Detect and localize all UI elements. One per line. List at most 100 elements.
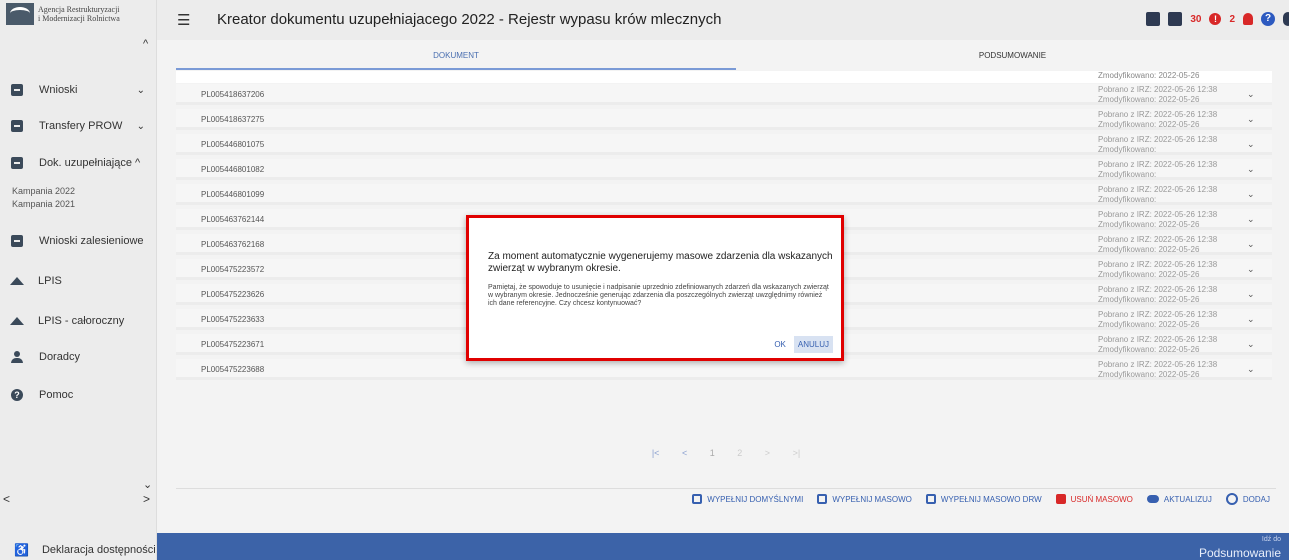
chevron-down-icon[interactable]: ⌄ [1247, 89, 1255, 100]
table-row[interactable]: PL005446801075 Pobrano z IRZ: 2022-05-26 … [176, 134, 1272, 155]
table-row[interactable]: PL005418637206 Pobrano z IRZ: 2022-05-26 … [176, 84, 1272, 105]
row-meta-modified: Zmodyfikowano: 2022-05-26 [1098, 295, 1200, 304]
row-meta-downloaded: Pobrano z IRZ: 2022-05-26 12:38 [1098, 235, 1218, 244]
chevron-down-icon[interactable]: ⌄ [1247, 339, 1255, 350]
logo[interactable]: Agencja Restrukturyzacji i Modernizacji … [6, 3, 120, 25]
notification-count[interactable]: 2 [1229, 14, 1235, 25]
last-page-button[interactable]: >| [793, 448, 801, 458]
cloud-upload-icon [1146, 495, 1159, 503]
terrain-icon [10, 317, 24, 325]
tab-podsumowanie[interactable]: PODSUMOWANIE [736, 44, 1289, 70]
animal-id: PL005475223671 [201, 340, 265, 349]
chevron-down-icon[interactable]: ⌄ [1247, 314, 1255, 325]
sidebar-item-wnioski-zalesieniowe[interactable]: Wnioski zalesieniowe [0, 230, 157, 252]
row-meta-downloaded: Pobrano z IRZ: 2022-05-26 12:38 [1098, 210, 1218, 219]
chevron-down-icon[interactable]: ⌄ [1247, 139, 1255, 150]
row-meta-modified: Zmodyfikowano: 2022-05-26 [1098, 370, 1200, 379]
current-page[interactable]: 1 [710, 448, 715, 458]
animal-id: PL005446801082 [201, 165, 265, 174]
logo-icon [6, 3, 34, 25]
animal-id: PL005418637206 [201, 90, 265, 99]
table-row[interactable]: PL005475223688 Pobrano z IRZ: 2022-05-26 … [176, 359, 1272, 380]
sidebar-item-lpis[interactable]: LPIS [0, 270, 157, 292]
row-meta-downloaded: Pobrano z IRZ: 2022-05-26 12:38 [1098, 135, 1218, 144]
chevron-up-icon[interactable]: ^ [143, 38, 148, 50]
chevron-down-icon[interactable]: ⌄ [1247, 264, 1255, 275]
animal-id: PL005446801075 [201, 140, 265, 149]
chevron-down-icon: ⌄ [136, 84, 145, 96]
row-meta: Pobrano z IRZ: 2022-05-26 12:38 Zmodyfiko… [1098, 135, 1217, 155]
prev-page-button[interactable]: < [682, 448, 687, 458]
fill-mass-button[interactable]: WYPEŁNIJ MASOWO [817, 493, 912, 505]
calendar-check-icon [925, 494, 936, 504]
sidebar-subitem-2021[interactable]: Kampania 2021 [12, 199, 75, 209]
chevron-left-icon[interactable]: < [3, 492, 10, 506]
row-meta: Pobrano z IRZ: 2022-05-26 12:38 Zmodyfiko… [1098, 210, 1217, 230]
error-icon[interactable]: ! [1209, 13, 1222, 25]
sidebar-item-pomoc[interactable]: ? Pomoc [0, 384, 157, 406]
tab-dokument[interactable]: DOKUMENT [176, 44, 736, 70]
first-page-button[interactable]: |< [652, 448, 660, 458]
row-meta-modified: Zmodyfikowano: 2022-05-26 [1098, 220, 1200, 229]
sidebar-item-transfery[interactable]: Transfery PROW ⌄ [0, 115, 157, 137]
chevron-down-icon[interactable]: ⌄ [1247, 239, 1255, 250]
row-meta-downloaded: Pobrano z IRZ: 2022-05-26 12:38 [1098, 285, 1218, 294]
cancel-button[interactable]: ANULUJ [793, 336, 833, 353]
sidebar-scrollbar[interactable]: < > [0, 492, 157, 510]
sidebar-item-lpis-caloroczny[interactable]: LPIS - całoroczny [0, 310, 157, 332]
page-title: Kreator dokumentu uzupełniajacego 2022 -… [217, 11, 722, 28]
chevron-right-icon[interactable]: > [143, 492, 150, 506]
animal-id: PL005475223572 [201, 265, 265, 274]
fill-default-button[interactable]: WYPEŁNIJ DOMYŚLNYMI [692, 493, 803, 505]
ok-button[interactable]: OK [770, 336, 790, 353]
sidebar-item-label: Transfery PROW [39, 120, 123, 132]
sidebar-item-dok-uzupelniajace[interactable]: Dok. uzupełniające ^ [0, 152, 157, 174]
button-label: WYPEŁNIJ MASOWO DRW [940, 494, 1042, 504]
next-page-button[interactable]: > [765, 448, 770, 458]
sidebar-item-doradcy[interactable]: Doradcy [0, 346, 157, 368]
table-row[interactable]: PL005418637275 Pobrano z IRZ: 2022-05-26 … [176, 109, 1272, 130]
row-meta-downloaded: Pobrano z IRZ: 2022-05-26 12:38 [1098, 335, 1218, 344]
chevron-down-icon[interactable]: ⌄ [1247, 364, 1255, 375]
page-2-button[interactable]: 2 [737, 448, 742, 458]
chevron-down-icon[interactable]: ⌄ [1247, 189, 1255, 200]
row-meta: Pobrano z IRZ: 2022-05-26 12:38 Zmodyfiko… [1098, 310, 1217, 330]
menu-icon[interactable]: ☰ [177, 11, 190, 29]
chevron-down-icon[interactable]: ⌄ [1247, 289, 1255, 300]
tab-bar: DOKUMENT PODSUMOWANIE [176, 44, 1289, 70]
chevron-down-icon: ⌄ [136, 120, 145, 132]
plus-icon [1225, 493, 1238, 505]
update-button[interactable]: AKTUALIZUJ [1146, 493, 1212, 505]
row-meta-modified: Zmodyfikowano: 2022-05-26 [1098, 120, 1200, 129]
chevron-down-icon[interactable]: ⌄ [1247, 114, 1255, 125]
row-meta-modified: Zmodyfikowano: 2022-05-26 [1098, 270, 1200, 279]
help-icon[interactable]: ? [1261, 12, 1275, 26]
save-icon[interactable] [1146, 12, 1161, 26]
accessibility-link[interactable]: ♿ Deklaracja dostępności [0, 540, 157, 560]
user-icon[interactable] [1283, 12, 1289, 26]
add-button[interactable]: DODAJ [1225, 493, 1270, 505]
animal-id: PL005463762144 [201, 215, 265, 224]
sidebar-item-wnioski[interactable]: Wnioski ⌄ [0, 79, 157, 101]
fill-mass-drw-button[interactable]: WYPEŁNIJ MASOWO DRW [925, 493, 1042, 505]
error-count[interactable]: 30 [1190, 14, 1201, 25]
next-step-bar[interactable]: Idź do Podsumowanie [157, 533, 1289, 560]
table-row[interactable]: PL005446801082 Pobrano z IRZ: 2022-05-26 … [176, 159, 1272, 180]
sidebar-subitem-2022[interactable]: Kampania 2022 [12, 186, 75, 196]
terrain-icon [10, 277, 24, 285]
summary-link[interactable]: Podsumowanie [1199, 546, 1281, 560]
delete-mass-button[interactable]: USUŃ MASOWO [1055, 493, 1133, 505]
row-meta: Pobrano z IRZ: 2022-05-26 12:38 Zmodyfiko… [1098, 110, 1217, 130]
chevron-down-icon[interactable]: ⌄ [143, 478, 152, 491]
chevron-down-icon[interactable]: ⌄ [1247, 214, 1255, 225]
button-label: AKTUALIZUJ [1163, 494, 1212, 504]
logo-line2: i Modernizacji Rolnictwa [38, 14, 120, 23]
button-label: USUŃ MASOWO [1070, 494, 1133, 504]
chevron-down-icon[interactable]: ⌄ [1247, 164, 1255, 175]
document-icon [11, 120, 23, 132]
table-row[interactable]: PL005446801099 Pobrano z IRZ: 2022-05-26 … [176, 184, 1272, 205]
button-label: DODAJ [1242, 494, 1270, 504]
bell-icon[interactable] [1243, 13, 1253, 25]
print-icon[interactable] [1168, 12, 1183, 26]
accessibility-icon: ♿ [14, 543, 29, 557]
